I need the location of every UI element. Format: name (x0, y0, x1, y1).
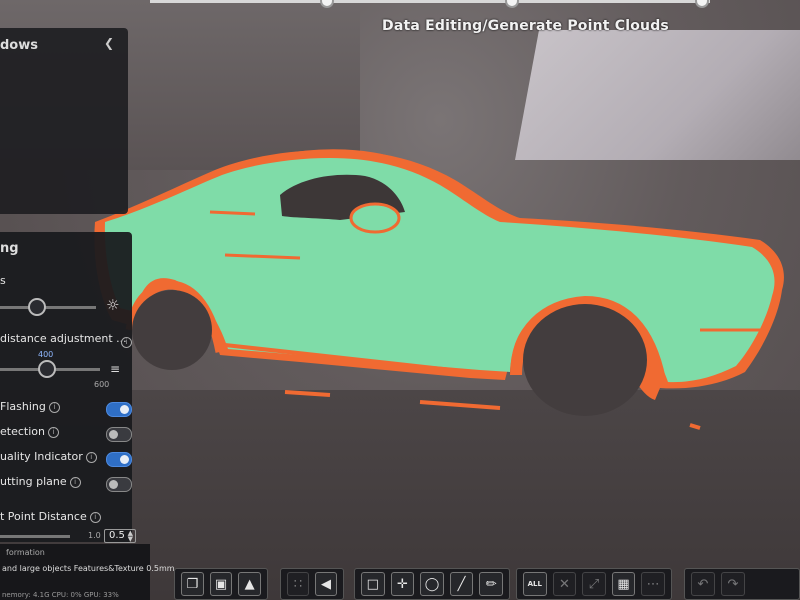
quality-indicator-label: uality Indicator i (0, 450, 97, 463)
grid-icon[interactable]: ∷ (287, 572, 309, 596)
view-toolbar-group: ❐ ▣ ▲ (174, 568, 268, 600)
sun-icon: ☼ (106, 296, 120, 314)
edit-toolbar-group: ALL ✕ ⤢ ▦ ⋯ (516, 568, 672, 600)
chevron-down-icon[interactable]: ❮ (104, 36, 114, 50)
brightness-label: s (0, 274, 6, 287)
ground-reflection (284, 390, 701, 430)
distance-adjustment-label: distance adjustment ... (0, 332, 127, 345)
flashing-toggle[interactable] (106, 402, 132, 417)
scan-info-panel: formation and large objects Features&Tex… (0, 544, 175, 600)
point-distance-stepper[interactable]: 0.5 ▲ ▼ (104, 529, 136, 543)
system-stats: nemory: 4.1G CPU: 0% GPU: 33% (2, 591, 119, 599)
select-all-button[interactable]: ALL (523, 572, 547, 596)
quality-indicator-toggle[interactable] (106, 452, 132, 467)
more-icon[interactable]: ⋯ (641, 572, 665, 596)
layers-icon[interactable]: ❐ (181, 572, 204, 596)
settings-panel: ng s ☼ distance adjustment ... i 400 ≡ 6… (0, 232, 136, 543)
page-title: Data Editing/Generate Point Clouds (382, 18, 669, 34)
rear-wheel (132, 290, 212, 370)
polygon-select-icon[interactable]: ✛ (390, 572, 415, 596)
windows-panel: dows ❮ (0, 28, 128, 214)
distance-value: 400 (38, 350, 54, 359)
cutting-plane-toggle[interactable] (106, 477, 132, 492)
info-icon: i (47, 426, 59, 438)
redo-icon[interactable]: ↷ (721, 572, 745, 596)
distance-ruler-icon: ≡ (110, 362, 121, 376)
front-wheel (523, 304, 647, 416)
platform-icon[interactable]: ▲ (238, 572, 262, 596)
flashing-label: Flashing i (0, 400, 60, 413)
distance-max: 600 (94, 380, 110, 389)
undo-icon[interactable]: ↶ (691, 572, 715, 596)
stepper-arrows-icon[interactable]: ▲ ▼ (128, 530, 133, 543)
detection-label: etection i (0, 425, 59, 438)
history-toolbar-group: ↶ ↷ (684, 568, 800, 600)
info-icon: i (89, 511, 101, 523)
top-slider-track[interactable] (150, 0, 710, 8)
fit-view-icon[interactable]: ◀ (315, 572, 337, 596)
info-icon: i (69, 476, 81, 488)
point-distance-slider[interactable] (0, 535, 70, 538)
lasso-select-icon[interactable]: ◯ (420, 572, 444, 596)
selection-toolbar-group: □ ✛ ◯ ╱ ✏ (354, 568, 510, 600)
line-select-icon[interactable]: ╱ (449, 572, 474, 596)
expand-icon[interactable]: ⤢ (582, 572, 606, 596)
brightness-slider-knob[interactable] (28, 298, 46, 316)
crop-icon[interactable]: ▦ (611, 572, 636, 596)
cube-view-icon[interactable]: ▣ (209, 572, 233, 596)
point-distance-min: 1.0 (88, 531, 101, 540)
cutting-plane-label: utting plane i (0, 475, 81, 488)
scan-info-header: formation (6, 548, 45, 557)
transform-toolbar-group: ∷ ◀ (280, 568, 344, 600)
rect-select-icon[interactable]: □ (361, 572, 385, 596)
point-distance-label: t Point Distance i (0, 510, 101, 523)
brush-select-icon[interactable]: ✏ (479, 572, 503, 596)
info-icon: i (48, 401, 60, 413)
distance-slider-knob[interactable] (38, 360, 56, 378)
windows-panel-title: dows (0, 38, 38, 53)
settings-panel-title: ng (0, 241, 19, 256)
scan-info-line: and large objects Features&Texture 0.5mm (2, 564, 175, 573)
brightness-slider[interactable] (0, 306, 96, 309)
detection-toggle[interactable] (106, 427, 132, 442)
point-distance-value: 0.5 (109, 530, 125, 541)
car-side-mirror (349, 202, 401, 234)
info-icon: i (85, 451, 97, 463)
delete-icon[interactable]: ✕ (552, 572, 577, 596)
info-icon[interactable]: i (118, 332, 132, 351)
